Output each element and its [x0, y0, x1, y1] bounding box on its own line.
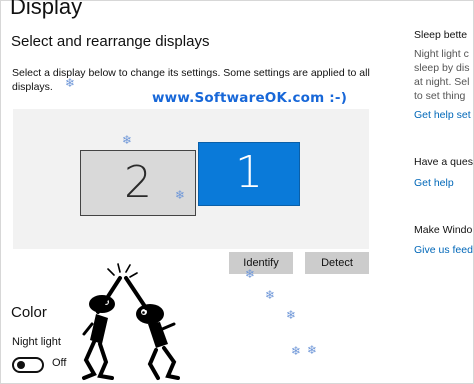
section-title: Select and rearrange displays [11, 33, 210, 50]
snowflake-icon: ❄ [291, 344, 302, 358]
snowflake-icon: ❄ [307, 343, 318, 357]
get-help-link[interactable]: Get help [414, 177, 454, 190]
snowflake-icon: ❄ [286, 308, 297, 322]
display-2-tile[interactable]: 2 [80, 150, 196, 216]
sidebar-question-heading: Have a ques [414, 156, 473, 168]
snowflake-icon: ❄ [175, 188, 186, 202]
display-1-label: 1 [235, 147, 263, 198]
dancing-figures-icon [82, 263, 180, 380]
snowflake-icon: ❄ [265, 288, 276, 302]
detect-button[interactable]: Detect [305, 252, 369, 274]
identify-button[interactable]: Identify [229, 252, 293, 274]
give-feedback-link[interactable]: Give us feed [414, 244, 473, 257]
toggle-knob [17, 361, 25, 369]
watermark-text: www.SoftwareOK.com :-) [152, 90, 348, 106]
display-1-tile[interactable]: 1 [198, 142, 300, 206]
get-help-settings-link[interactable]: Get help set [414, 109, 471, 122]
night-light-state: Off [52, 357, 67, 369]
snowflake-icon: ❄ [122, 133, 133, 147]
snowflake-icon: ❄ [245, 267, 256, 281]
sidebar-sleep-line: to set thing [414, 90, 466, 102]
night-light-toggle[interactable] [12, 357, 44, 373]
sidebar-sleep-heading: Sleep bette [414, 29, 468, 41]
sidebar-make-windows-heading: Make Windo [414, 224, 473, 236]
snowflake-icon: ❄ [65, 76, 76, 90]
night-light-label: Night light [12, 336, 61, 348]
sidebar-sleep-line: sleep by dis [414, 62, 470, 74]
sidebar-sleep-line: at night. Sel [414, 76, 470, 88]
color-section-title: Color [11, 304, 47, 321]
sidebar-sleep-line: Night light c [414, 48, 469, 60]
page-title: Display [10, 0, 83, 19]
